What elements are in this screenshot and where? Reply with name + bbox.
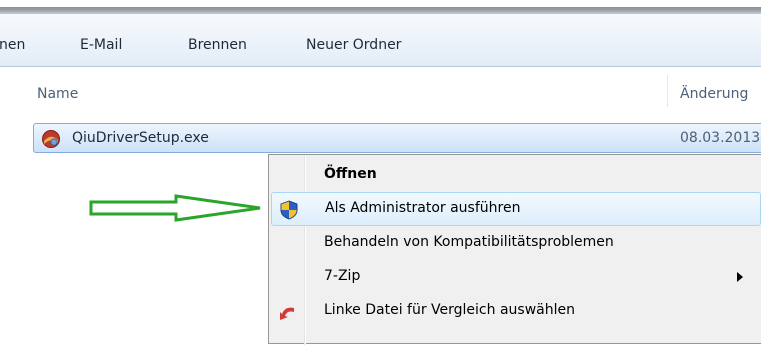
toolbar-item-burn[interactable]: Brennen <box>188 37 247 53</box>
menu-item-select-left-compare[interactable]: Linke Datei für Vergleich auswählen <box>271 294 761 328</box>
window-titlebar <box>0 0 761 14</box>
uac-shield-icon <box>280 200 298 220</box>
installer-icon <box>42 130 60 148</box>
undo-arrow-icon <box>280 307 294 320</box>
green-arrow-annotation <box>89 194 261 222</box>
column-separator[interactable] <box>667 75 668 107</box>
menu-item-label: Linke Datei für Vergleich auswählen <box>324 302 575 318</box>
menu-item-run-as-admin[interactable]: Als Administrator ausführen <box>271 192 761 226</box>
toolbar-item-new-folder[interactable]: Neuer Ordner <box>306 37 401 53</box>
toolbar-item-truncated[interactable]: nen <box>0 37 25 53</box>
command-bar: nen E-Mail Brennen Neuer Ordner <box>0 14 761 67</box>
file-name[interactable]: QiuDriverSetup.exe <box>72 130 209 146</box>
menu-item-label: Öffnen <box>324 166 377 182</box>
menu-item-label: 7-Zip <box>324 268 361 284</box>
context-menu: Öffnen Als Administrator ausführen Behan… <box>268 154 761 345</box>
column-header: Name Änderung <box>0 67 761 115</box>
file-row[interactable]: QiuDriverSetup.exe 08.03.2013 <box>33 123 761 153</box>
menu-item-7zip[interactable]: 7-Zip <box>271 260 761 294</box>
menu-item-troubleshoot-compatibility[interactable]: Behandeln von Kompatibilitätsproblemen <box>271 226 761 260</box>
toolbar-item-email[interactable]: E-Mail <box>80 37 122 53</box>
menu-item-label: Behandeln von Kompatibilitätsproblemen <box>324 234 614 250</box>
column-header-name[interactable]: Name <box>37 86 78 102</box>
menu-item-open[interactable]: Öffnen <box>271 158 761 192</box>
column-header-date[interactable]: Änderung <box>680 86 748 102</box>
file-modified-date: 08.03.2013 <box>680 130 761 146</box>
menu-item-label: Als Administrator ausführen <box>325 200 521 216</box>
submenu-arrow-icon <box>737 272 743 282</box>
